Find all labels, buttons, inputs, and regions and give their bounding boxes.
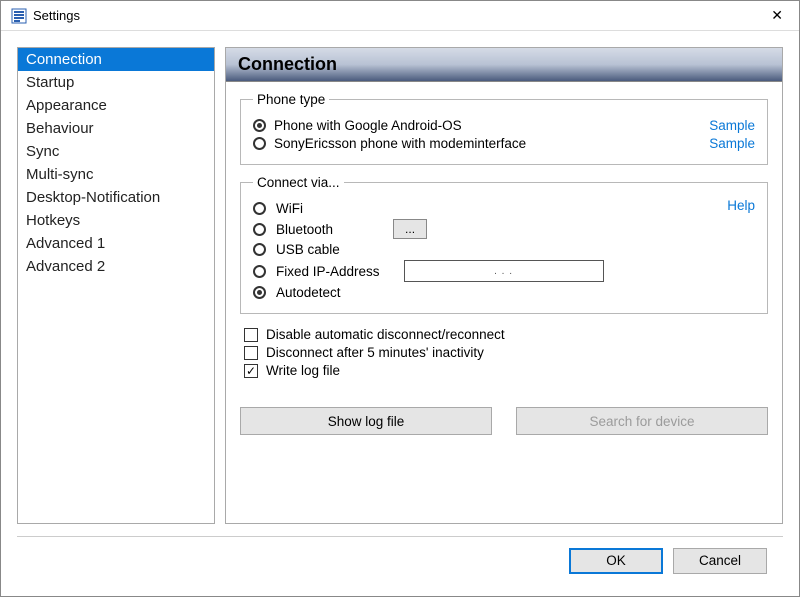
show-log-button[interactable]: Show log file	[240, 407, 492, 435]
connect-via-legend: Connect via...	[253, 175, 344, 190]
ip-address-input[interactable]: . . .	[404, 260, 604, 282]
radio-sonyericsson-label: SonyEricsson phone with modeminterface	[274, 136, 526, 151]
radio-autodetect-label: Autodetect	[276, 285, 341, 300]
cancel-button[interactable]: Cancel	[673, 548, 767, 574]
checkbox-group: Disable automatic disconnect/reconnect D…	[244, 324, 768, 381]
sidebar-item-advanced-1[interactable]: Advanced 1	[18, 232, 214, 255]
action-button-row: Show log file Search for device	[240, 407, 768, 435]
settings-sidebar: Connection Startup Appearance Behaviour …	[17, 47, 215, 524]
radio-android[interactable]	[253, 119, 266, 132]
help-link[interactable]: Help	[727, 198, 755, 213]
radio-fixed-ip-label: Fixed IP-Address	[276, 264, 380, 279]
sidebar-item-sync[interactable]: Sync	[18, 140, 214, 163]
radio-bluetooth-label: Bluetooth	[276, 222, 333, 237]
content-panel: Connection Phone type Phone with Google …	[225, 47, 783, 524]
settings-window: Settings ✕ Connection Startup Appearance…	[0, 0, 800, 597]
window-title: Settings	[33, 8, 80, 23]
app-icon	[11, 8, 27, 24]
checkbox-write-log[interactable]	[244, 364, 258, 378]
sidebar-item-startup[interactable]: Startup	[18, 71, 214, 94]
checkbox-disable-reconnect-label: Disable automatic disconnect/reconnect	[266, 327, 505, 342]
content-header: Connection	[226, 48, 782, 82]
radio-android-label: Phone with Google Android-OS	[274, 118, 462, 133]
sample-link-sonyericsson[interactable]: Sample	[709, 136, 755, 151]
sidebar-item-appearance[interactable]: Appearance	[18, 94, 214, 117]
checkbox-disable-reconnect[interactable]	[244, 328, 258, 342]
sidebar-item-connection[interactable]: Connection	[18, 48, 214, 71]
sample-link-android[interactable]: Sample	[709, 118, 755, 133]
radio-autodetect[interactable]	[253, 286, 266, 299]
search-device-button[interactable]: Search for device	[516, 407, 768, 435]
radio-wifi[interactable]	[253, 202, 266, 215]
checkbox-write-log-label: Write log file	[266, 363, 340, 378]
radio-usb[interactable]	[253, 243, 266, 256]
sidebar-item-multi-sync[interactable]: Multi-sync	[18, 163, 214, 186]
ok-button[interactable]: OK	[569, 548, 663, 574]
sidebar-item-behaviour[interactable]: Behaviour	[18, 117, 214, 140]
radio-usb-label: USB cable	[276, 242, 340, 257]
radio-bluetooth[interactable]	[253, 223, 266, 236]
radio-fixed-ip[interactable]	[253, 265, 266, 278]
checkbox-disconnect-inactivity-label: Disconnect after 5 minutes' inactivity	[266, 345, 484, 360]
radio-sonyericsson[interactable]	[253, 137, 266, 150]
phone-type-group: Phone type Phone with Google Android-OS …	[240, 92, 768, 165]
main-area: Connection Startup Appearance Behaviour …	[17, 47, 783, 524]
bluetooth-browse-button[interactable]: ...	[393, 219, 427, 239]
titlebar-left: Settings	[11, 8, 80, 24]
sidebar-item-advanced-2[interactable]: Advanced 2	[18, 255, 214, 278]
phone-type-legend: Phone type	[253, 92, 329, 107]
content-body: Phone type Phone with Google Android-OS …	[226, 82, 782, 445]
checkbox-disconnect-inactivity[interactable]	[244, 346, 258, 360]
dialog-body: Connection Startup Appearance Behaviour …	[1, 31, 799, 596]
connect-via-group: Connect via... Help WiFi Bluetooth ...	[240, 175, 768, 314]
sidebar-item-desktop-notification[interactable]: Desktop-Notification	[18, 186, 214, 209]
radio-wifi-label: WiFi	[276, 201, 303, 216]
sidebar-item-hotkeys[interactable]: Hotkeys	[18, 209, 214, 232]
dialog-button-bar: OK Cancel	[17, 536, 783, 584]
close-button[interactable]: ✕	[765, 5, 789, 26]
titlebar: Settings ✕	[1, 1, 799, 31]
